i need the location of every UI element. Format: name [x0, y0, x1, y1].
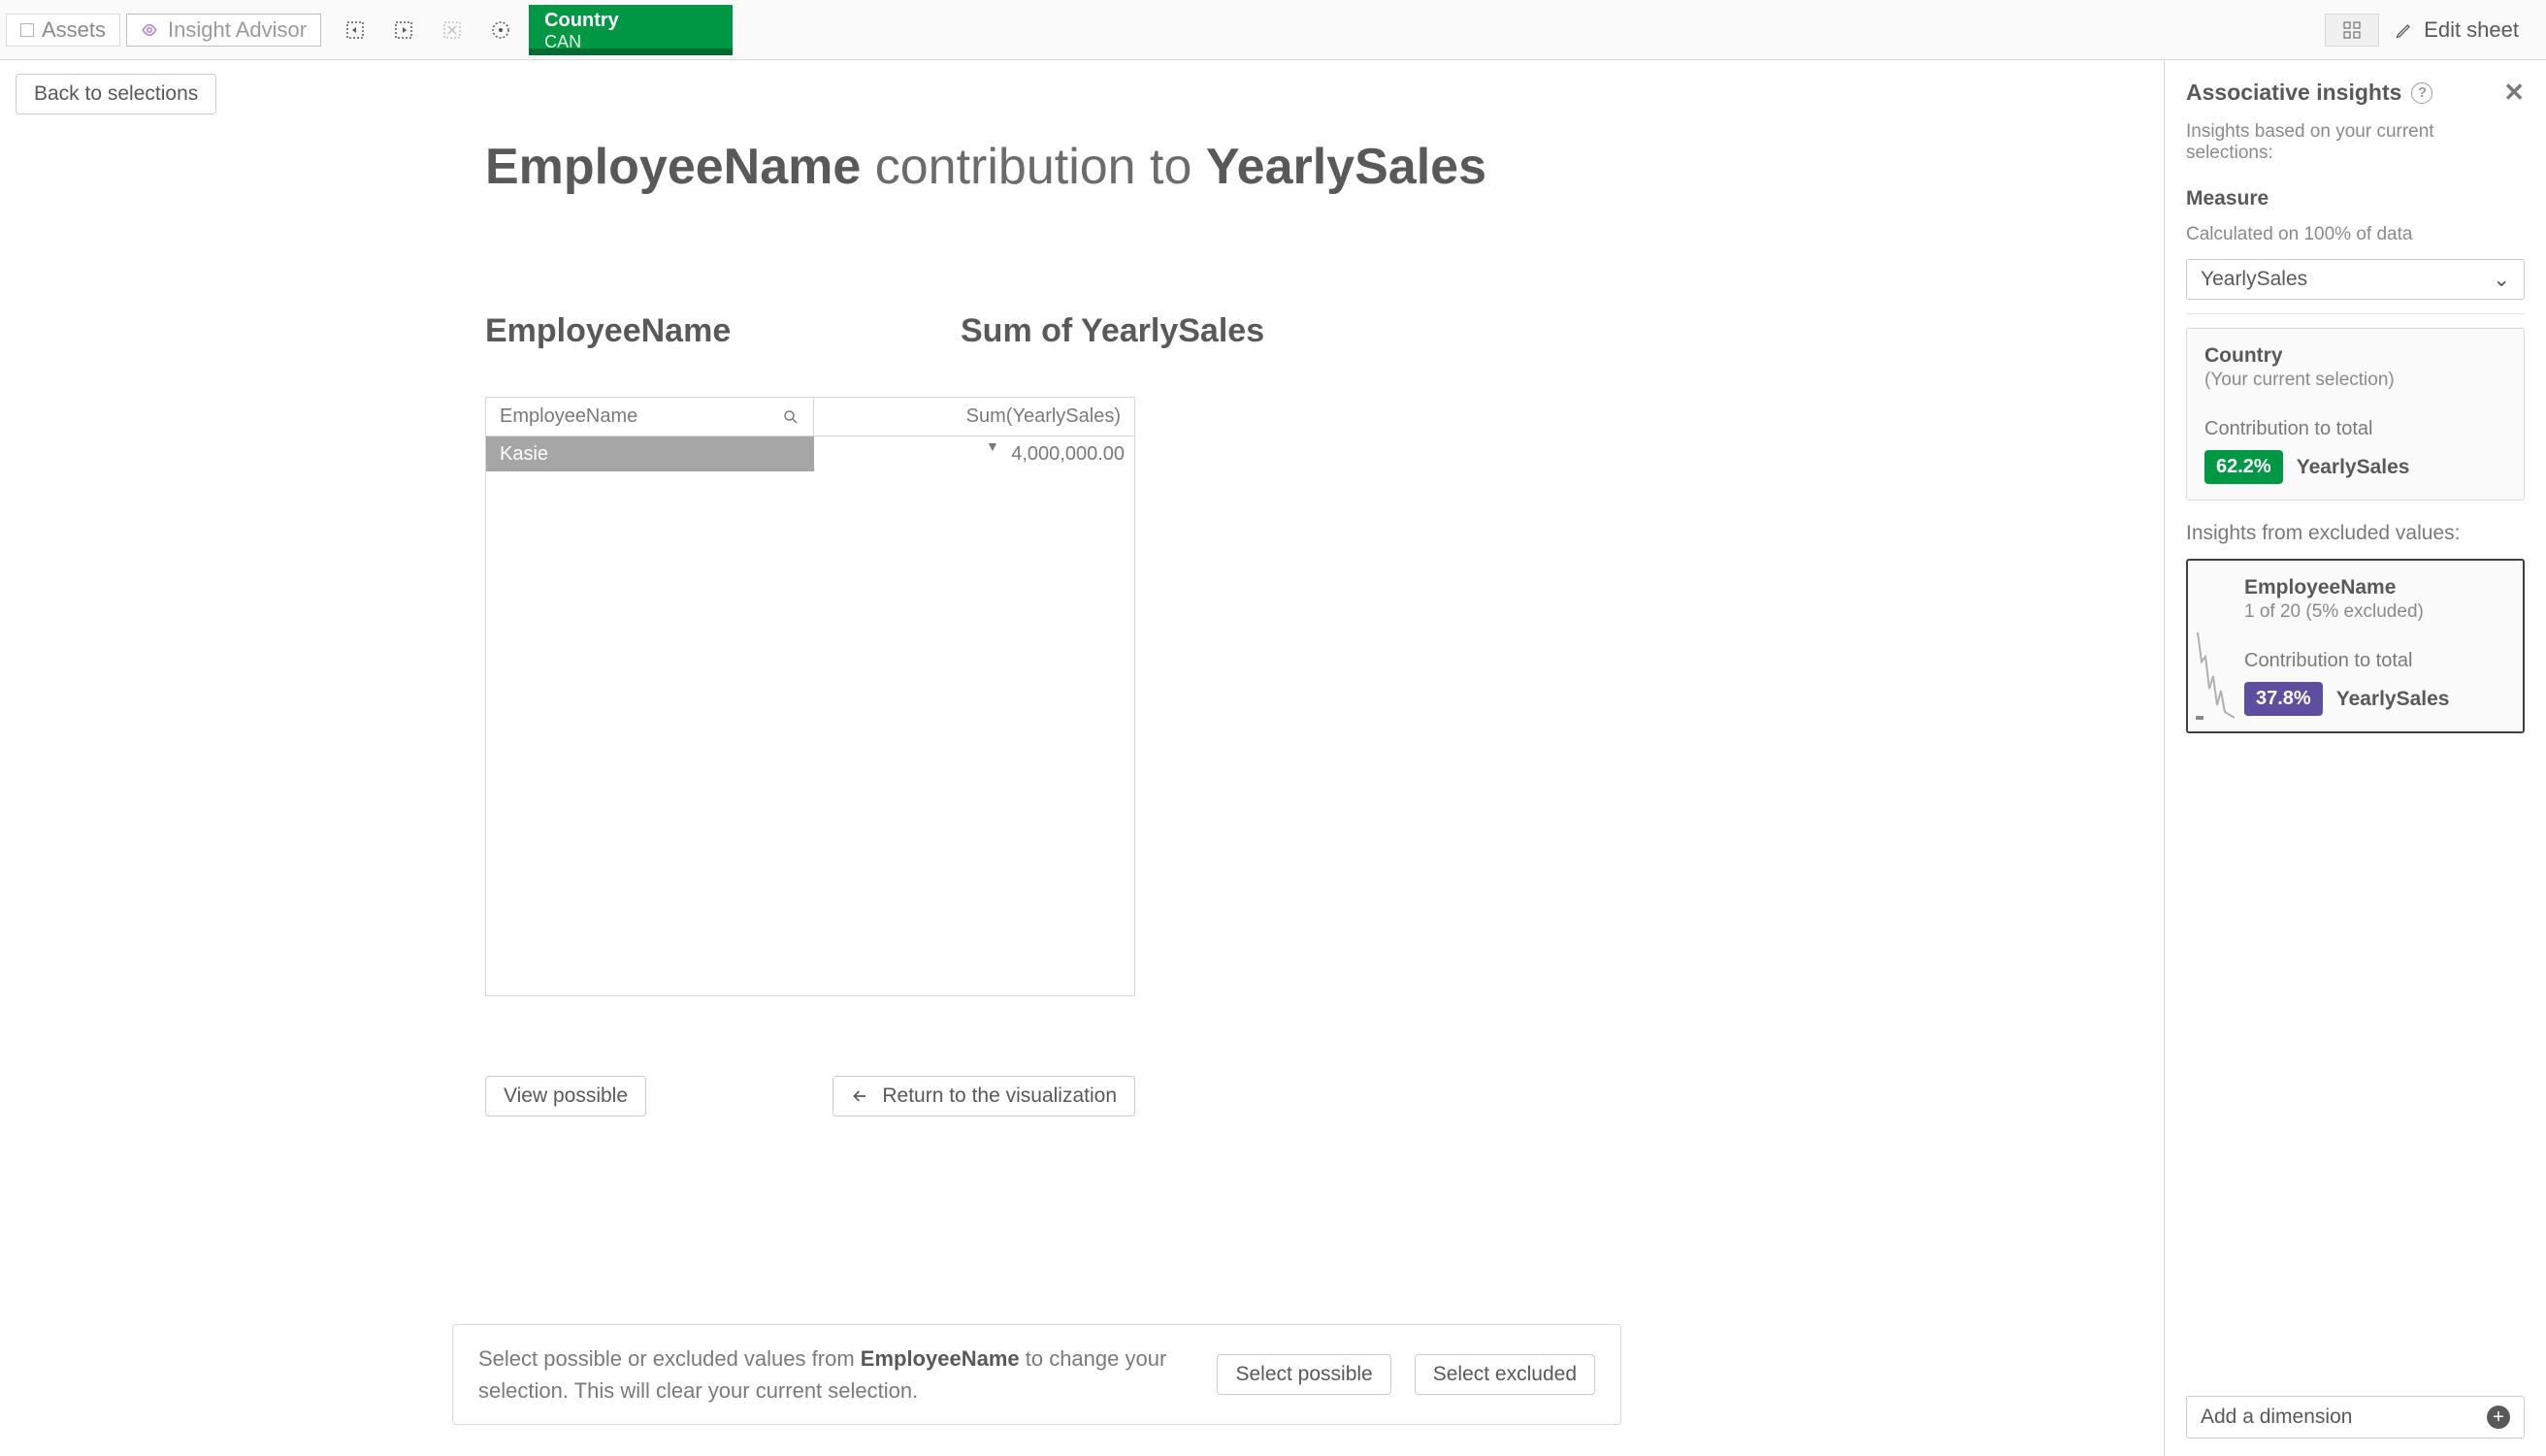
contribution-measure: YearlySales	[2336, 688, 2450, 711]
help-icon[interactable]: ?	[2411, 82, 2432, 104]
select-excluded-button[interactable]: Select excluded	[1415, 1354, 1595, 1395]
edit-sheet-label: Edit sheet	[2424, 17, 2519, 43]
add-dimension-label: Add a dimension	[2201, 1406, 2352, 1429]
assets-icon	[20, 23, 34, 37]
edit-sheet-button[interactable]: Edit sheet	[2379, 14, 2534, 47]
assets-button[interactable]: Assets	[6, 14, 120, 47]
toolbar-right: Edit sheet	[2325, 14, 2534, 47]
side-panel-header: Associative insights ? ✕	[2186, 78, 2525, 108]
measure-label: Measure	[2186, 187, 2525, 210]
selection-chip-country[interactable]: Country CAN	[529, 5, 733, 55]
view-possible-label: View possible	[504, 1084, 628, 1108]
main-panel: Back to selections EmployeeName contribu…	[0, 60, 2164, 1456]
return-visualization-button[interactable]: Return to the visualization	[832, 1076, 1135, 1116]
step-forward-icon	[392, 18, 415, 42]
back-label: Back to selections	[34, 82, 198, 106]
selection-field: Country	[544, 10, 717, 32]
table-header: EmployeeName Sum(YearlySales)	[486, 398, 1134, 437]
step-back-button[interactable]	[331, 14, 379, 47]
excluded-section-header: Insights from excluded values:	[2186, 522, 2525, 545]
contribution-measure: YearlySales	[2297, 456, 2410, 479]
step-back-icon	[343, 18, 367, 42]
card-contrib-label: Contribution to total	[2204, 418, 2506, 440]
close-icon[interactable]: ✕	[2503, 78, 2525, 108]
left-column-header: EmployeeName	[485, 312, 961, 350]
help-text: Select possible or excluded values from …	[478, 1343, 1193, 1407]
return-icon	[851, 1086, 870, 1106]
card-sub: 1 of 20 (5% excluded)	[2244, 601, 2505, 623]
divider	[2186, 313, 2525, 314]
measure-select[interactable]: YearlySales ⌄	[2186, 259, 2525, 300]
selection-bar-icon	[529, 49, 641, 55]
insight-advisor-button[interactable]: Insight Advisor	[126, 14, 321, 47]
table-header-col2[interactable]: Sum(YearlySales)	[814, 398, 1134, 436]
col1-label: EmployeeName	[500, 405, 637, 428]
title-measure: YearlySales	[1206, 139, 1486, 195]
data-table: EmployeeName Sum(YearlySales) Kasie ▼ 4,…	[485, 397, 1135, 996]
grid-icon	[2342, 20, 2362, 40]
step-forward-button[interactable]	[379, 14, 428, 47]
title-mid: contribution to	[861, 139, 1206, 195]
side-subtitle: Insights based on your current selection…	[2186, 121, 2525, 164]
selection-tool-group	[331, 14, 525, 47]
grid-view-button[interactable]	[2325, 14, 2379, 47]
contribution-badge: 37.8%	[2244, 682, 2323, 716]
sort-desc-icon: ▼	[986, 438, 999, 454]
back-to-selections-button[interactable]: Back to selections	[16, 74, 216, 114]
return-label: Return to the visualization	[882, 1084, 1117, 1108]
chevron-down-icon: ⌄	[2493, 268, 2510, 292]
select-possible-button[interactable]: Select possible	[1217, 1354, 1390, 1395]
page-title: EmployeeName contribution to YearlySales	[485, 138, 2105, 196]
card-contrib-label: Contribution to total	[2244, 650, 2505, 672]
table-empty-area	[486, 471, 1134, 995]
selection-tool-icon	[489, 18, 512, 42]
help-banner: Select possible or excluded values from …	[452, 1324, 1621, 1425]
clear-all-icon	[441, 18, 464, 42]
sparkline-icon	[2196, 623, 2235, 720]
insight-advisor-icon	[141, 21, 158, 39]
search-icon[interactable]	[782, 408, 800, 426]
insight-advisor-label: Insight Advisor	[168, 17, 307, 43]
table-row[interactable]: Kasie ▼ 4,000,000.00	[486, 437, 1134, 471]
card-title: EmployeeName	[2244, 576, 2505, 599]
card-sub: (Your current selection)	[2204, 370, 2506, 391]
contribution-badge: 62.2%	[2204, 450, 2283, 484]
assets-label: Assets	[42, 17, 106, 43]
measure-hint: Calculated on 100% of data	[2186, 224, 2525, 245]
selection-tool-button[interactable]	[476, 14, 525, 47]
top-toolbar: Assets Insight Advisor Country CAN Edit …	[0, 0, 2546, 60]
insights-side-panel: Associative insights ? ✕ Insights based …	[2164, 60, 2546, 1456]
selection-value: CAN	[544, 32, 717, 52]
right-column-header: Sum of YearlySales	[961, 312, 1264, 350]
title-dimension: EmployeeName	[485, 139, 861, 195]
pencil-icon	[2395, 20, 2414, 40]
insight-card-employeename[interactable]: EmployeeName 1 of 20 (5% excluded) Contr…	[2186, 559, 2525, 733]
view-possible-button[interactable]: View possible	[485, 1076, 646, 1116]
add-dimension-button[interactable]: Add a dimension +	[2186, 1396, 2525, 1439]
column-headers: EmployeeName Sum of YearlySales	[485, 312, 2105, 350]
measure-value: YearlySales	[2201, 268, 2307, 291]
clear-all-button	[428, 14, 476, 47]
card-title: Country	[2204, 344, 2506, 368]
row-name: Kasie	[486, 437, 814, 471]
insight-card-country[interactable]: Country (Your current selection) Contrib…	[2186, 328, 2525, 501]
side-title: Associative insights	[2186, 80, 2401, 106]
col2-label: Sum(YearlySales)	[966, 405, 1121, 428]
plus-icon: +	[2487, 1406, 2510, 1429]
table-header-col1[interactable]: EmployeeName	[486, 398, 814, 436]
row-value: 4,000,000.00	[1011, 443, 1125, 466]
